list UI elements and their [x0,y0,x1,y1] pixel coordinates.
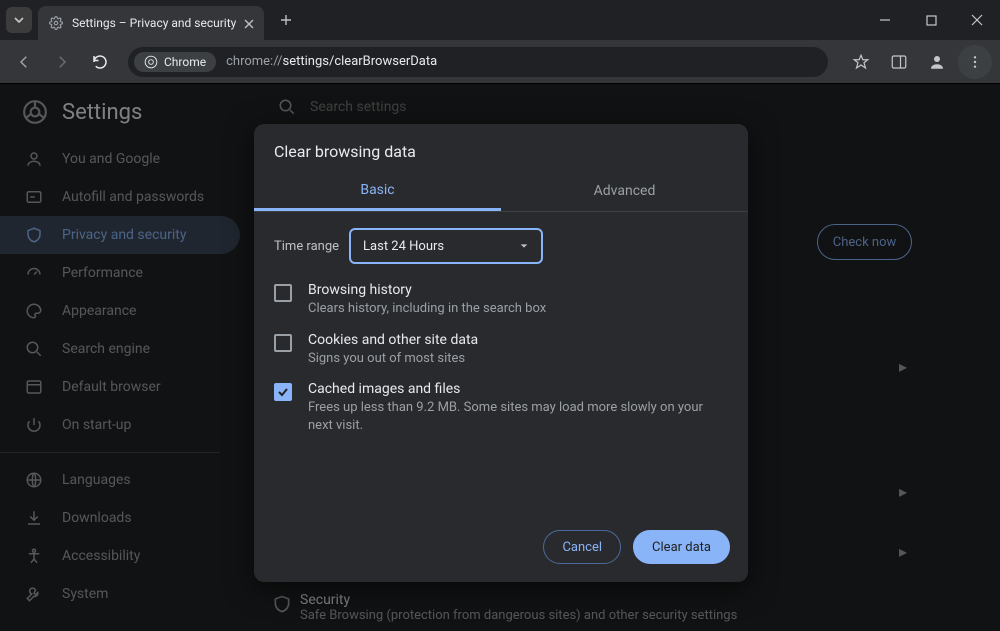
reload-button[interactable] [84,46,116,78]
forward-button[interactable] [46,46,78,78]
check-icon [277,386,289,398]
maximize-button[interactable] [908,0,954,40]
star-icon [852,53,870,71]
profile-button[interactable] [920,45,954,79]
browser-tab[interactable]: Settings – Privacy and security [38,6,264,40]
checkbox-cached-images[interactable] [274,383,292,401]
close-window-button[interactable] [954,0,1000,40]
minimize-button[interactable] [862,0,908,40]
arrow-left-icon [15,53,33,71]
tab-basic[interactable]: Basic [254,171,501,211]
option-cached-images[interactable]: Cached images and files Frees up less th… [274,381,728,434]
new-tab-button[interactable] [272,6,300,34]
tab-title: Settings – Privacy and security [72,16,236,30]
window-controls [862,0,1000,40]
browser-toolbar: Chrome chrome://settings/clearBrowserDat… [0,40,1000,84]
dialog-footer: Cancel Clear data [254,516,748,582]
time-range-select[interactable]: Last 24 Hours [349,228,543,264]
close-icon [971,14,983,26]
dialog-tabs: Basic Advanced [254,171,748,212]
tab-search-button[interactable] [6,7,32,33]
cancel-button[interactable]: Cancel [543,530,621,564]
back-button[interactable] [8,46,40,78]
bookmark-button[interactable] [844,45,878,79]
clear-data-button[interactable]: Clear data [633,530,730,564]
close-icon [244,19,254,29]
close-tab-button[interactable] [244,14,254,33]
person-icon [928,53,946,71]
url-text: chrome://settings/clearBrowserData [226,54,437,69]
arrow-right-icon [53,53,71,71]
time-range-value: Last 24 Hours [363,239,444,254]
chrome-menu-button[interactable] [958,45,992,79]
maximize-icon [926,15,937,26]
panel-icon [890,53,908,71]
option-desc: Frees up less than 9.2 MB. Some sites ma… [308,399,728,434]
caret-down-icon [519,241,529,251]
clear-browsing-data-dialog: Clear browsing data Basic Advanced Time … [254,124,748,582]
time-range-row: Time range Last 24 Hours [274,228,728,264]
option-browsing-history[interactable]: Browsing history Clears history, includi… [274,282,728,318]
gear-icon [48,15,64,31]
option-title: Cached images and files [308,381,728,397]
address-bar[interactable]: Chrome chrome://settings/clearBrowserDat… [128,47,828,77]
option-cookies[interactable]: Cookies and other site data Signs you ou… [274,332,728,368]
option-title: Cookies and other site data [308,332,478,348]
site-chip[interactable]: Chrome [134,52,216,72]
kebab-icon [967,54,983,70]
toolbar-right [844,45,992,79]
option-desc: Signs you out of most sites [308,350,478,368]
reload-icon [91,53,109,71]
side-panel-button[interactable] [882,45,916,79]
dialog-title: Clear browsing data [254,124,748,171]
option-desc: Clears history, including in the search … [308,300,546,318]
tab-advanced[interactable]: Advanced [501,171,748,211]
plus-icon [280,14,292,26]
checkbox-cookies[interactable] [274,334,292,352]
minimize-icon [879,14,891,26]
checkbox-browsing-history[interactable] [274,284,292,302]
option-title: Browsing history [308,282,546,298]
time-range-label: Time range [274,239,339,254]
chevron-down-icon [13,14,25,26]
title-bar: Settings – Privacy and security [0,0,1000,40]
chrome-icon [144,55,158,69]
site-chip-label: Chrome [164,55,206,69]
dialog-body: Time range Last 24 Hours Browsing histor… [254,212,748,516]
